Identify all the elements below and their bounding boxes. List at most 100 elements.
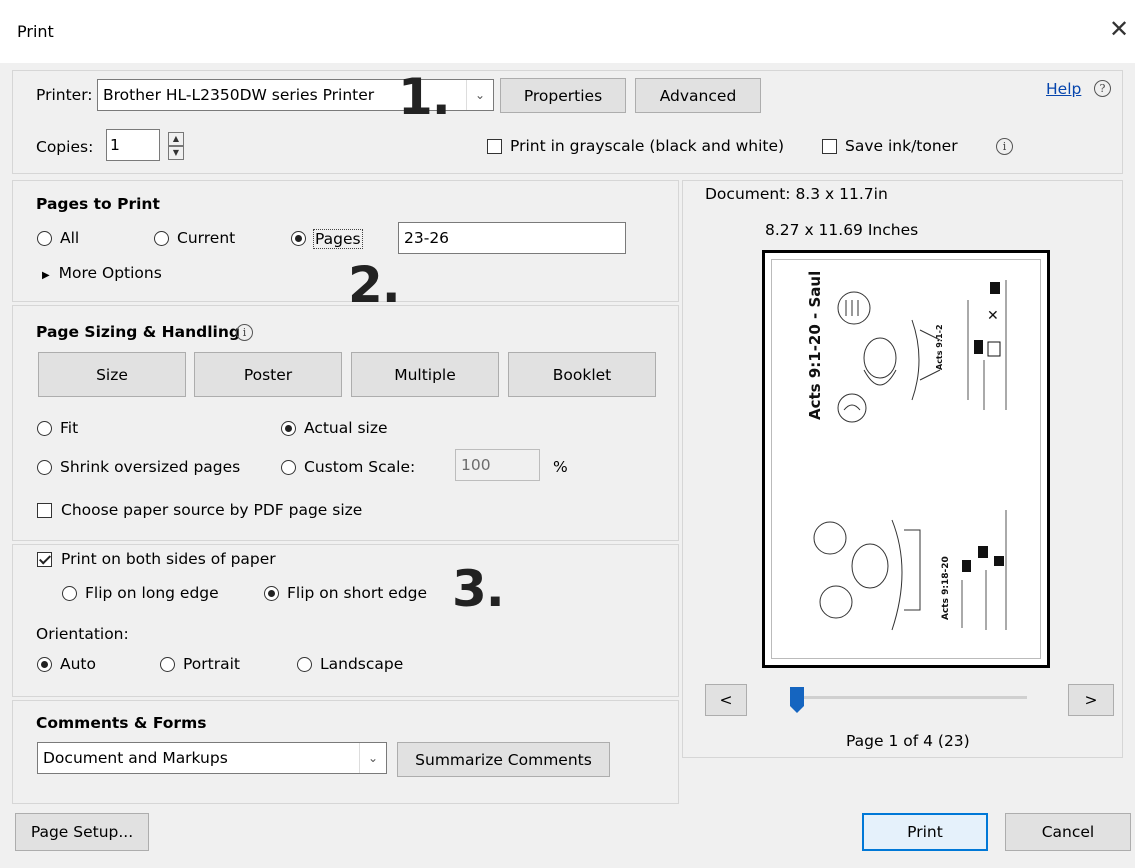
long-edge-radio[interactable] xyxy=(62,586,77,601)
save-ink-info-icon[interactable]: i xyxy=(996,138,1013,155)
people-icon xyxy=(978,546,988,558)
page-slider-thumb[interactable] xyxy=(789,686,805,714)
long-edge-label[interactable]: Flip on long edge xyxy=(85,584,219,602)
comments-forms-value: Document and Markups xyxy=(43,749,228,767)
size-button[interactable]: Size xyxy=(38,352,186,397)
advanced-button[interactable]: Advanced xyxy=(635,78,761,113)
auto-radio[interactable] xyxy=(37,657,52,672)
custom-scale-label[interactable]: Custom Scale: xyxy=(304,458,415,476)
comments-forms-select[interactable]: Document and Markups ⌄ xyxy=(37,742,387,774)
thought-bubble-icon xyxy=(837,393,867,423)
page-setup-button[interactable]: Page Setup... xyxy=(15,813,149,851)
copies-decrement-button[interactable]: ▼ xyxy=(168,146,184,160)
chevron-down-icon: ⌄ xyxy=(466,80,493,110)
annotation-one: 1. xyxy=(398,68,451,126)
orientation-label: Orientation: xyxy=(36,625,129,643)
window-title: Print xyxy=(17,22,54,41)
shrink-label[interactable]: Shrink oversized pages xyxy=(60,458,240,476)
more-options-label: More Options xyxy=(58,264,162,282)
pages-range-value: 23-26 xyxy=(404,229,450,247)
preview-illustration: Acts 9:1-20 - Saul Acts 9:1-2 ✕ Acts 9:1… xyxy=(806,271,1007,631)
thought-bubble-icon xyxy=(819,585,853,619)
bottom-illustration-group xyxy=(813,519,921,631)
page-sizing-heading: Page Sizing & Handling xyxy=(36,323,240,341)
grayscale-checkbox[interactable] xyxy=(487,139,502,154)
both-sides-checkbox[interactable] xyxy=(37,552,52,567)
grayscale-label[interactable]: Print in grayscale (black and white) xyxy=(510,137,784,155)
annotation-three: 3. xyxy=(452,560,505,618)
custom-scale-radio[interactable] xyxy=(281,460,296,475)
both-sides-label[interactable]: Print on both sides of paper xyxy=(61,550,276,568)
help-icon[interactable]: ? xyxy=(1094,80,1111,97)
summarize-comments-button[interactable]: Summarize Comments xyxy=(397,742,610,777)
comments-forms-heading: Comments & Forms xyxy=(36,714,207,732)
page-sizing-info-icon[interactable]: i xyxy=(236,324,253,341)
house-icon xyxy=(990,282,1000,294)
copies-label: Copies: xyxy=(36,138,94,156)
landscape-radio[interactable] xyxy=(297,657,312,672)
eye-icon xyxy=(962,560,971,572)
booklet-button[interactable]: Booklet xyxy=(508,352,656,397)
current-label[interactable]: Current xyxy=(177,229,235,247)
pages-range-input[interactable]: 23-26 xyxy=(398,222,626,254)
page-preview: Acts 9:1-20 - Saul Acts 9:1-2 ✕ Acts 9:1… xyxy=(762,250,1050,668)
printer-value: Brother HL-L2350DW series Printer xyxy=(103,86,375,104)
jail-icon xyxy=(987,341,1001,357)
close-icon[interactable]: ✕ xyxy=(1104,14,1134,44)
percent-label: % xyxy=(553,458,568,476)
pages-radio[interactable] xyxy=(291,231,306,246)
top-illustration-group xyxy=(837,291,941,423)
more-options-toggle[interactable]: ▶ More Options xyxy=(42,264,162,282)
page-info: Page 1 of 4 (23) xyxy=(846,732,970,750)
saul-face-icon xyxy=(863,337,897,379)
auto-label[interactable]: Auto xyxy=(60,655,96,673)
portrait-label[interactable]: Portrait xyxy=(183,655,240,673)
short-edge-label[interactable]: Flip on short edge xyxy=(287,584,427,602)
thought-bubble-icon xyxy=(837,291,871,325)
thought-bubble-icon xyxy=(813,521,847,555)
top-right-icons: ✕ xyxy=(974,282,1001,357)
save-ink-label[interactable]: Save ink/toner xyxy=(845,137,958,155)
preview-top-title: Acts 9:1-20 - Saul xyxy=(806,271,824,420)
shrink-radio[interactable] xyxy=(37,460,52,475)
poster-button[interactable]: Poster xyxy=(194,352,342,397)
all-radio[interactable] xyxy=(37,231,52,246)
fit-radio[interactable] xyxy=(37,421,52,436)
next-page-button[interactable]: > xyxy=(1068,684,1114,716)
portrait-radio[interactable] xyxy=(160,657,175,672)
bottom-right-icons xyxy=(962,546,1004,572)
save-ink-checkbox[interactable] xyxy=(822,139,837,154)
help-link[interactable]: Help xyxy=(1046,80,1081,98)
triangle-right-icon: ▶ xyxy=(42,270,50,281)
paper-source-checkbox[interactable] xyxy=(37,503,52,518)
pages-label[interactable]: Pages xyxy=(313,229,363,249)
star-icon xyxy=(994,556,1004,566)
landscape-label[interactable]: Landscape xyxy=(320,655,403,673)
person-icon xyxy=(974,340,983,354)
previous-page-button[interactable]: < xyxy=(705,684,747,716)
actual-size-label[interactable]: Actual size xyxy=(304,419,388,437)
saul-figure-icon xyxy=(851,543,889,589)
custom-scale-value: 100 xyxy=(461,456,491,474)
paper-source-label[interactable]: Choose paper source by PDF page size xyxy=(61,501,362,519)
document-size: Document: 8.3 x 11.7in xyxy=(705,185,888,203)
chevron-down-icon: ⌄ xyxy=(359,743,386,773)
current-radio[interactable] xyxy=(154,231,169,246)
short-edge-radio[interactable] xyxy=(264,586,279,601)
copies-increment-button[interactable]: ▲ xyxy=(168,132,184,146)
fit-label[interactable]: Fit xyxy=(60,419,78,437)
custom-scale-input[interactable]: 100 xyxy=(455,449,540,481)
preview-top-subtitle: Acts 9:1-2 xyxy=(935,324,944,370)
svg-text:✕: ✕ xyxy=(987,308,999,324)
copies-value: 1 xyxy=(110,136,120,154)
page-slider-track[interactable] xyxy=(797,696,1027,699)
title-bar: Print ✕ xyxy=(0,0,1135,63)
print-button[interactable]: Print xyxy=(862,813,988,851)
multiple-button[interactable]: Multiple xyxy=(351,352,499,397)
actual-size-radio[interactable] xyxy=(281,421,296,436)
printer-label: Printer: xyxy=(36,86,93,104)
cancel-button[interactable]: Cancel xyxy=(1005,813,1131,851)
all-label[interactable]: All xyxy=(60,229,79,247)
copies-input[interactable]: 1 xyxy=(106,129,160,161)
properties-button[interactable]: Properties xyxy=(500,78,626,113)
